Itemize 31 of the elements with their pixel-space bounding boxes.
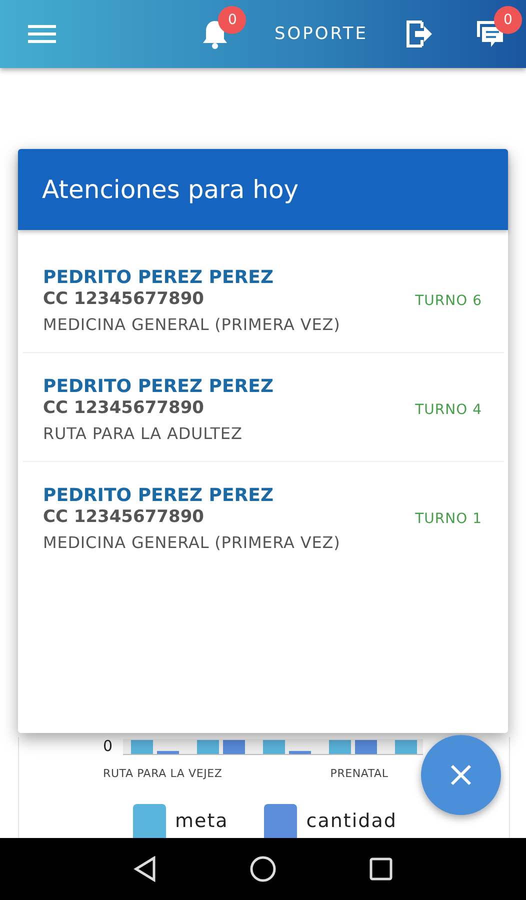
support-button[interactable]: SOPORTE — [274, 24, 368, 44]
turn-number: TURNO 1 — [415, 510, 482, 526]
dialog-title: Atenciones para hoy — [42, 175, 299, 204]
service-name: RUTA PARA LA ADULTEZ — [43, 424, 244, 443]
patient-document: CC 12345677890 — [43, 398, 205, 418]
appointment-item[interactable]: PEDRITO PEREZ PEREZ CC 12345677890 MEDICINA GENERAL (PRIMERA VEZ) TURNO 1 — [23, 462, 504, 570]
legend-label: meta — [175, 810, 228, 832]
appointment-item[interactable]: PEDRITO PEREZ PEREZ CC 12345677890 MEDICINA GENERAL (PRIMERA VEZ) TURNO 6 — [23, 244, 504, 353]
patient-name: PEDRITO PEREZ PEREZ — [43, 267, 274, 288]
turn-number: TURNO 6 — [415, 292, 482, 308]
category-label: RUTA PARA LA VEJEZ — [103, 767, 222, 780]
menu-icon[interactable] — [28, 24, 56, 44]
patient-document: CC 12345677890 — [43, 289, 205, 309]
category-label: PRENATAL — [330, 767, 388, 780]
legend-label: cantidad — [306, 810, 397, 832]
service-name: MEDICINA GENERAL (PRIMERA VEZ) — [43, 533, 342, 552]
recent-apps-icon[interactable] — [369, 857, 393, 881]
turn-number: TURNO 4 — [415, 402, 482, 418]
patient-document: CC 12345677890 — [43, 507, 205, 527]
patient-name: PEDRITO PEREZ PEREZ — [43, 485, 274, 506]
patient-name: PEDRITO PEREZ PEREZ — [43, 376, 274, 397]
home-icon[interactable] — [249, 855, 277, 883]
back-icon[interactable] — [133, 856, 157, 882]
notification-badge: 0 — [218, 6, 246, 34]
y-axis-tick: 0 — [103, 737, 113, 755]
service-name: MEDICINA GENERAL (PRIMERA VEZ) — [43, 315, 342, 334]
logout-icon[interactable] — [404, 18, 434, 50]
appointment-item[interactable]: PEDRITO PEREZ PEREZ CC 12345677890 RUTA PARA LA ADULTEZ TURNO 4 — [23, 353, 504, 462]
message-badge: 0 — [494, 6, 522, 34]
close-icon — [449, 763, 473, 787]
close-button[interactable] — [421, 735, 501, 815]
